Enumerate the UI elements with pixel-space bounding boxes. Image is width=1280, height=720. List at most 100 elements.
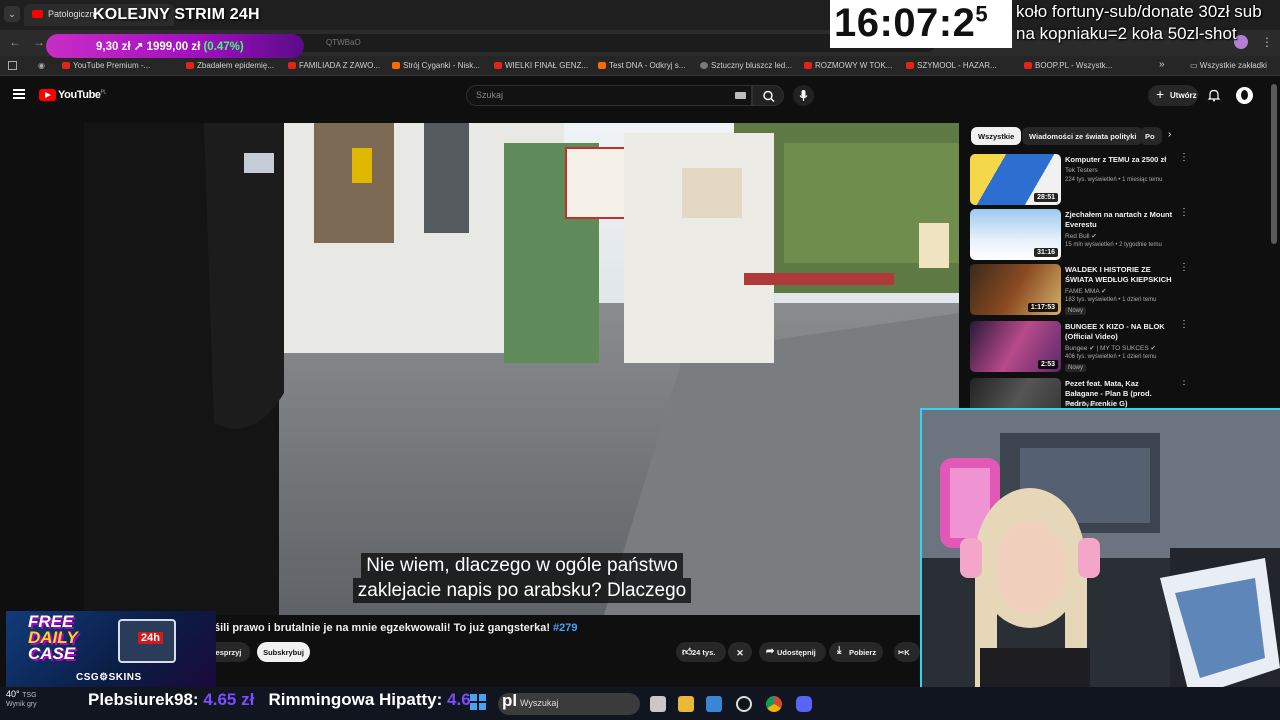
video-player[interactable] — [84, 123, 959, 615]
recommendation-item[interactable]: 28:51 Komputer z TEMU za 2500 zł Tek Tes… — [970, 153, 1270, 206]
account-avatar[interactable] — [1236, 87, 1253, 104]
donation-ticker-text: Plebsiurek98: 4.65 zł Rimmingowa Hipatty… — [88, 690, 471, 709]
bookmark-item[interactable]: WIELKI FINAŁ GENZ... — [494, 61, 588, 70]
search-input[interactable]: Szukaj — [466, 85, 752, 106]
menu-icon[interactable] — [13, 89, 25, 99]
voice-search-button[interactable] — [793, 85, 814, 106]
video-title: śili prawo i brutalnie je na mnie egzekw… — [214, 622, 578, 634]
thumbs-down-icon: ✕ — [736, 648, 744, 658]
hashtag-link[interactable]: #279 — [553, 622, 577, 634]
recommendation-channel[interactable]: FAME MMA ✔ — [1065, 287, 1107, 295]
youtube-favicon-icon — [32, 10, 43, 18]
video-thumbnail[interactable]: 31:16 — [970, 209, 1061, 260]
wheel-of-fortune-text: koło fortuny-sub/donate 30zł sub na kopn… — [1016, 2, 1262, 43]
subtitle-line: zaklejacie napis po arabsku? Dlaczego — [352, 578, 692, 603]
tab-search-button[interactable]: ⌄ — [4, 6, 20, 22]
more-options-icon[interactable]: ⋮ — [1179, 320, 1189, 335]
chip-politics[interactable]: Wiadomości ze świata polityki — [1022, 127, 1144, 145]
obs-icon[interactable] — [736, 696, 752, 712]
more-options-icon[interactable]: ⋮ — [1179, 263, 1189, 278]
recommendation-item[interactable]: Pezet feat. Mata, Kaz Bałagane - Plan B … — [970, 378, 1270, 408]
back-icon[interactable]: ← — [8, 35, 22, 49]
new-badge: Nowy — [1065, 364, 1087, 372]
recommendation-channel[interactable]: Koka Beats — [1065, 401, 1098, 408]
folder-icon: ▭ — [1190, 61, 1200, 70]
bookmarks-overflow-icon[interactable]: » — [1159, 59, 1165, 70]
download-button[interactable]: ⤓ Pobierz — [829, 642, 883, 662]
recommendation-channel[interactable]: Bungee ✔ | MY TO SUKCES ✔ — [1065, 344, 1156, 352]
search-button[interactable] — [752, 85, 784, 106]
search-icon — [763, 90, 775, 102]
share-icon: ➦ — [766, 646, 775, 657]
download-icon: ⤓ — [837, 645, 842, 656]
recommendation-title[interactable]: Zjechałem na nartach z Mount Everestu — [1065, 210, 1173, 230]
bookmark-item[interactable]: YouTube Premium -... — [62, 61, 150, 70]
bookmark-item[interactable]: Zbadałem epidemię... — [186, 61, 274, 70]
more-options-icon[interactable]: ⋮ — [1179, 208, 1189, 223]
bookmark-item[interactable]: BOOP.PL - Wszystk... — [1024, 61, 1112, 70]
recommendation-title[interactable]: BUNGEE X KIZO - NA BLOK (Official Video) — [1065, 322, 1173, 342]
bookmark-item[interactable]: FAMILIADA Z ZAWO... — [288, 61, 380, 70]
keyboard-icon[interactable] — [735, 92, 746, 99]
all-bookmarks-folder[interactable]: ▭ Wszystkie zakładki — [1190, 61, 1267, 70]
windows-start-icon[interactable] — [470, 694, 486, 710]
bookmark-item[interactable]: SZYMOOL - HAZAR... — [906, 61, 997, 70]
like-count: 24 tys. — [692, 648, 716, 657]
apps-grid-icon[interactable] — [8, 61, 17, 70]
chrome-bookmark-icon[interactable]: ◉ — [38, 61, 45, 70]
video-thumbnail[interactable]: 2:53 — [970, 321, 1061, 372]
recommendation-meta: 406 tys. wyświetleń • 1 dzień temu — [1065, 354, 1157, 360]
recommendation-title[interactable]: WALDEK I HISTORIE ZE ŚWIATA WEDŁUG KIEPS… — [1065, 265, 1173, 285]
recommendation-item[interactable]: 1:17:53 WALDEK I HISTORIE ZE ŚWIATA WEDŁ… — [970, 263, 1270, 316]
more-options-icon[interactable]: ⋮ — [1179, 378, 1189, 392]
page-scrollbar[interactable] — [1271, 84, 1277, 244]
video-thumbnail[interactable]: 1:17:53 — [970, 264, 1061, 315]
chrome-icon[interactable] — [766, 696, 782, 712]
chip-more[interactable]: Po — [1140, 127, 1162, 145]
clip-button[interactable]: ✂K — [894, 642, 920, 662]
microphone-icon — [799, 90, 808, 101]
bookmark-item[interactable]: ROZMOWY W TOK... — [804, 61, 892, 70]
bookmark-item[interactable]: Sztuczny bluszcz led... — [700, 61, 792, 70]
recommendation-item[interactable]: 31:16 Zjechałem na nartach z Mount Evere… — [970, 208, 1270, 261]
share-button[interactable]: ➦ Udostępnij — [759, 642, 826, 662]
video-thumbnail[interactable]: 28:51 — [970, 154, 1061, 205]
tab-title: Patologiczni — [48, 9, 97, 19]
csgskins-ad: FREE DAILY CASE 24h CSG⚙SKINS — [6, 611, 216, 687]
recommendation-meta: 224 tys. wyświetleń • 1 miesiąc temu — [1065, 177, 1163, 183]
video-frame-image — [84, 123, 959, 615]
forward-icon[interactable]: → — [32, 35, 46, 49]
create-button[interactable]: Utwórz — [1148, 85, 1198, 106]
subtitle-line: Nie wiem, dlaczego w ogóle państwo — [361, 553, 683, 578]
taskbar-search-input[interactable]: Wyszukaj — [498, 693, 640, 715]
chip-all[interactable]: Wszystkie — [971, 127, 1022, 145]
youtube-logo-icon[interactable] — [39, 89, 56, 101]
recommendation-channel[interactable]: Tek Testers — [1065, 167, 1098, 174]
new-badge: Nowy — [1065, 307, 1087, 315]
weather-widget[interactable]: 40° TSG Wynik gry — [6, 690, 37, 709]
like-button[interactable]: 👍︎ 24 tys. — [676, 642, 726, 662]
subscribe-button[interactable]: Subskrybuj — [257, 642, 310, 662]
notifications-bell-icon[interactable] — [1207, 88, 1221, 102]
discord-icon[interactable] — [796, 696, 812, 712]
thumbs-up-icon: 👍︎ — [682, 647, 693, 658]
dislike-button[interactable]: ✕ — [728, 642, 752, 662]
bookmark-item[interactable]: Test DNA - Odkryj s... — [598, 61, 685, 70]
ad-headline: FREE DAILY CASE — [28, 612, 78, 663]
ad-brand: CSG⚙SKINS — [76, 672, 142, 683]
file-explorer-icon[interactable] — [678, 696, 694, 712]
recommendation-channel[interactable]: Red Bull ✔ — [1065, 232, 1097, 240]
chevron-right-icon[interactable]: › — [1168, 129, 1171, 140]
bookmark-item[interactable]: Strój Cyganki - Nisk... — [392, 61, 480, 70]
recommendation-meta: 15 mln wyświetleń • 2 tygodnie temu — [1065, 242, 1162, 248]
recommendation-item[interactable]: 2:53 BUNGEE X KIZO - NA BLOK (Official V… — [970, 320, 1270, 373]
video-thumbnail[interactable] — [970, 378, 1061, 408]
recommendation-meta: 183 tys. wyświetleń • 1 dzień temu — [1065, 297, 1157, 303]
task-view-icon[interactable] — [650, 696, 666, 712]
recommendation-title[interactable]: Komputer z TEMU za 2500 zł — [1065, 155, 1173, 165]
more-options-icon[interactable]: ⋮ — [1179, 153, 1189, 168]
store-icon[interactable] — [706, 696, 722, 712]
youtube-logo-text[interactable]: YouTubePL — [58, 89, 106, 101]
webcam-overlay — [920, 408, 1280, 720]
webcam-image — [920, 408, 1280, 720]
